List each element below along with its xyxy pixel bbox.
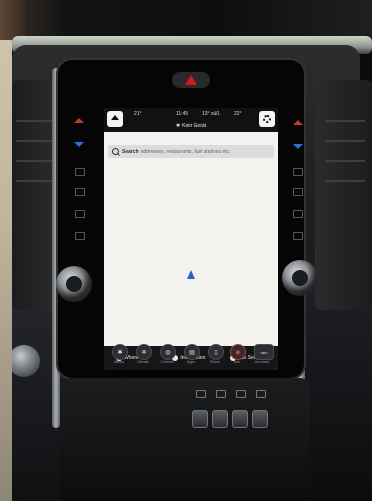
left-side-panel bbox=[12, 80, 57, 310]
phone-label: Phone bbox=[209, 360, 221, 364]
left-temp-down-icon[interactable] bbox=[74, 142, 84, 147]
apps-app-button[interactable]: ▤ bbox=[184, 344, 200, 360]
status-bar: 21° 11:45 13° süß. 22° ✱ Kein Gerät bbox=[104, 108, 278, 132]
search-placeholder: addresses, restaurants, fuel stations et… bbox=[140, 148, 231, 155]
map-view[interactable] bbox=[104, 160, 278, 346]
nav-icon: ◉ bbox=[235, 349, 241, 356]
nav-app-button[interactable]: ◉ bbox=[230, 344, 246, 360]
home-icon bbox=[111, 114, 119, 120]
device-status: ✱ Kein Gerät bbox=[104, 123, 278, 129]
console-toggle-2[interactable] bbox=[212, 410, 228, 428]
right-side-panel bbox=[315, 80, 372, 310]
phone-app-button[interactable]: ▯ bbox=[208, 344, 224, 360]
nav-label: Nav bbox=[233, 360, 241, 364]
uconnect-app-button[interactable]: ram bbox=[254, 344, 274, 360]
media-app-button[interactable]: ✱ bbox=[112, 344, 128, 360]
device-status-text: Kein Gerät bbox=[182, 123, 207, 129]
infotainment-screen: 21° 11:45 13° süß. 22° ✱ Kein Gerät Searc… bbox=[104, 108, 278, 370]
4wd-high-icon[interactable] bbox=[256, 390, 266, 398]
current-position-icon bbox=[187, 270, 195, 279]
gear-icon bbox=[263, 115, 271, 123]
right-temp-down-icon[interactable] bbox=[293, 144, 303, 149]
controls-label: Controls bbox=[160, 360, 174, 364]
controls-app-button[interactable]: ◍ bbox=[160, 344, 176, 360]
volume-knob[interactable] bbox=[56, 266, 92, 302]
right-rear-defrost-icon[interactable] bbox=[293, 232, 303, 240]
lower-console bbox=[60, 378, 310, 501]
right-seat-heat-icon[interactable] bbox=[293, 168, 303, 176]
app-dock: ✱ Media ❄ Climate ◍ Controls ▤ Apps ▯ Ph… bbox=[104, 340, 278, 372]
search-label: Search bbox=[122, 148, 139, 155]
console-toggle-4[interactable] bbox=[252, 410, 268, 428]
background-top bbox=[0, 0, 372, 40]
left-round-knob[interactable] bbox=[8, 345, 40, 377]
left-temp-up-icon[interactable] bbox=[74, 118, 84, 123]
search-bar[interactable]: Search addresses, restaurants, fuel stat… bbox=[108, 145, 274, 158]
climate-icon: ❄ bbox=[141, 349, 147, 356]
apps-icon: ▤ bbox=[189, 349, 195, 356]
left-temperature: 21° bbox=[134, 111, 142, 117]
hazard-icon bbox=[185, 75, 197, 85]
left-fan-icon[interactable] bbox=[75, 210, 85, 218]
tow-mode-icon[interactable] bbox=[196, 390, 206, 398]
right-recirc-icon[interactable] bbox=[293, 210, 303, 218]
phone-icon: ▯ bbox=[214, 349, 218, 356]
clock: 11:45 bbox=[176, 111, 189, 117]
tune-knob[interactable] bbox=[282, 260, 318, 296]
climate-app-button[interactable]: ❄ bbox=[136, 344, 152, 360]
console-toggle-3[interactable] bbox=[232, 410, 248, 428]
right-lower-vent bbox=[305, 280, 372, 501]
climate-label: Climate bbox=[137, 360, 149, 364]
outside-temperature: 13° süß. bbox=[202, 111, 221, 117]
left-seat-vent-icon[interactable] bbox=[75, 188, 85, 196]
uconnect-icon: ram bbox=[260, 349, 268, 355]
uconnect-label: Uconnect bbox=[254, 360, 270, 364]
search-icon bbox=[112, 148, 119, 155]
right-seat-vent-icon[interactable] bbox=[293, 188, 303, 196]
4wd-low-icon[interactable] bbox=[236, 390, 246, 398]
background-wood-accent bbox=[0, 0, 26, 40]
left-seat-heat-icon[interactable] bbox=[75, 168, 85, 176]
bluetooth-icon: ✱ bbox=[175, 123, 181, 129]
left-door-trim bbox=[0, 40, 12, 501]
controls-icon: ◍ bbox=[165, 349, 171, 356]
media-label: Media bbox=[114, 360, 124, 364]
left-defrost-icon[interactable] bbox=[75, 232, 85, 240]
apps-label: Apps bbox=[187, 360, 195, 364]
media-icon: ✱ bbox=[117, 349, 123, 356]
console-toggle-1[interactable] bbox=[192, 410, 208, 428]
hazard-button[interactable] bbox=[172, 72, 210, 88]
right-temperature: 22° bbox=[234, 111, 242, 117]
right-temp-up-icon[interactable] bbox=[293, 120, 303, 125]
traction-icon[interactable] bbox=[216, 390, 226, 398]
